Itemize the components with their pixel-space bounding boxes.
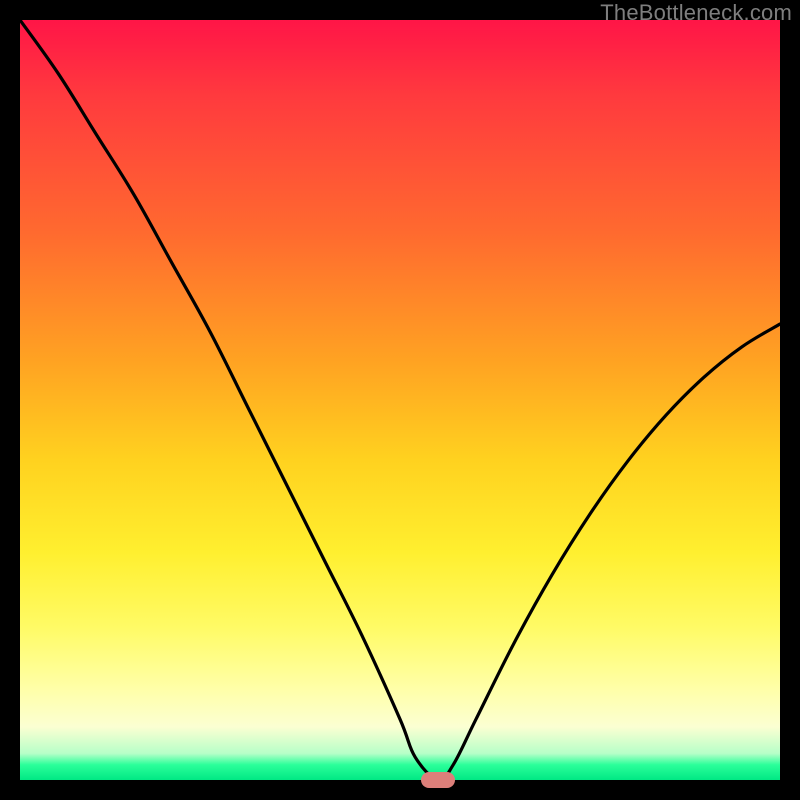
plot-area [20, 20, 780, 780]
chart-frame: TheBottleneck.com [0, 0, 800, 800]
minimum-marker [421, 772, 455, 788]
watermark-text: TheBottleneck.com [600, 0, 792, 26]
bottleneck-curve [20, 20, 780, 780]
